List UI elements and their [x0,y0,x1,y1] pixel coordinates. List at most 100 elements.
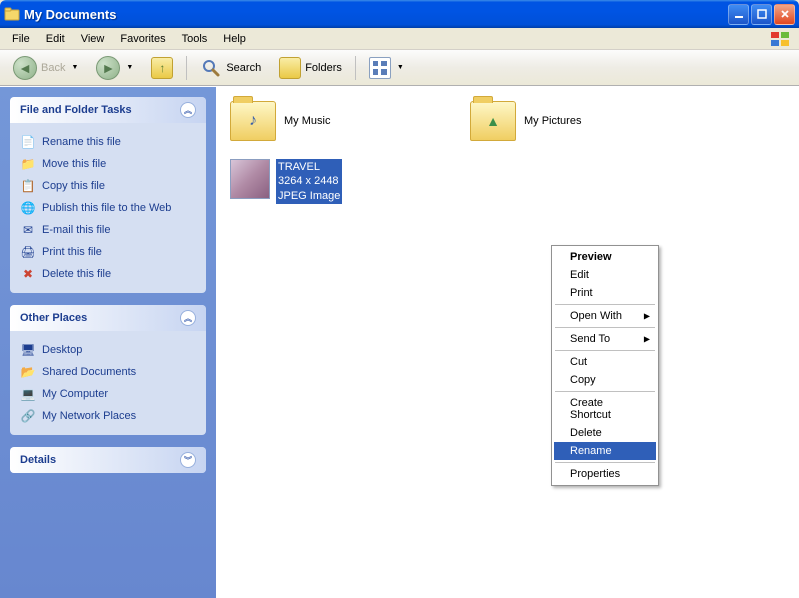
menu-file[interactable]: File [4,31,38,47]
print-icon: 🖨 [20,244,36,260]
panel-title: Other Places [20,312,87,324]
task-move[interactable]: 📁Move this file [20,153,196,175]
context-menu-item[interactable]: Delete [554,424,656,442]
folder-label: My Music [284,115,330,127]
task-delete[interactable]: ✖Delete this file [20,263,196,285]
collapse-icon[interactable]: ︽ [180,310,196,326]
separator [555,327,655,328]
task-email[interactable]: ✉E-mail this file [20,219,196,241]
desktop-icon: 🖥 [20,342,36,358]
panel-title: Details [20,454,56,466]
context-menu: PreviewEditPrint Open With▶ Send To▶ CutCop… [551,245,659,486]
content-pane[interactable]: ♪ My Music ▲ My Pictures TRAVEL 3264 x 2… [216,87,799,598]
chevron-down-icon: ▼ [397,64,404,71]
move-icon: 📁 [20,156,36,172]
chevron-down-icon: ▼ [71,64,78,71]
file-travel[interactable]: TRAVEL 3264 x 2448 JPEG Image [230,159,785,204]
context-menu-item[interactable]: Preview [554,248,656,266]
toolbar: ◄ Back ▼ ► ▼ ↑ Search Folders ▼ [0,50,799,86]
folders-icon [279,57,301,79]
panel-header[interactable]: File and Folder Tasks ︽ [10,97,206,123]
place-desktop[interactable]: 🖥Desktop [20,339,196,361]
context-menu-item[interactable]: Edit [554,266,656,284]
folder-icon [4,6,20,22]
back-label: Back [41,62,65,74]
context-menu-item[interactable]: Send To▶ [554,330,656,348]
place-computer[interactable]: 💻My Computer [20,383,196,405]
email-icon: ✉ [20,222,36,238]
separator [555,391,655,392]
separator [555,350,655,351]
chevron-down-icon: ▼ [126,64,133,71]
context-menu-item[interactable]: Copy [554,371,656,389]
sidebar: File and Folder Tasks ︽ 📄Rename this fil… [0,87,216,598]
delete-icon: ✖ [20,266,36,282]
collapse-icon[interactable]: ︽ [180,102,196,118]
task-print[interactable]: 🖨Print this file [20,241,196,263]
file-label-selected: TRAVEL 3264 x 2448 JPEG Image [276,159,342,204]
submenu-arrow-icon: ▶ [644,312,650,321]
panel-title: File and Folder Tasks [20,104,132,116]
main-area: File and Folder Tasks ︽ 📄Rename this fil… [0,86,799,598]
menu-help[interactable]: Help [215,31,254,47]
search-label: Search [226,62,261,74]
separator [555,462,655,463]
panel-header[interactable]: Other Places ︽ [10,305,206,331]
folder-my-pictures[interactable]: ▲ My Pictures [470,101,670,141]
forward-button[interactable]: ► ▼ [89,51,140,85]
minimize-button[interactable] [728,4,749,25]
place-shared[interactable]: 📂Shared Documents [20,361,196,383]
context-menu-item[interactable]: Print [554,284,656,302]
windows-logo-icon [765,28,795,50]
expand-icon[interactable]: ︾ [180,452,196,468]
context-menu-item[interactable]: Create Shortcut [554,394,656,424]
search-icon [200,57,222,79]
menu-view[interactable]: View [73,31,113,47]
folder-label: My Pictures [524,115,581,127]
separator [555,304,655,305]
context-menu-item[interactable]: Cut [554,353,656,371]
panel-file-tasks: File and Folder Tasks ︽ 📄Rename this fil… [10,97,206,293]
network-icon: 🔗 [20,408,36,424]
menubar: File Edit View Favorites Tools Help [0,28,799,50]
panel-other-places: Other Places ︽ 🖥Desktop 📂Shared Document… [10,305,206,435]
context-menu-item[interactable]: Open With▶ [554,307,656,325]
separator [186,56,187,80]
task-copy[interactable]: 📋Copy this file [20,175,196,197]
separator [355,56,356,80]
music-folder-icon: ♪ [230,101,276,141]
panel-details: Details ︾ [10,447,206,473]
views-button[interactable]: ▼ [362,52,411,84]
forward-icon: ► [96,56,120,80]
maximize-button[interactable] [751,4,772,25]
back-button[interactable]: ◄ Back ▼ [6,51,85,85]
panel-header[interactable]: Details ︾ [10,447,206,473]
titlebar: My Documents [0,0,799,28]
publish-icon: 🌐 [20,200,36,216]
computer-icon: 💻 [20,386,36,402]
context-menu-item[interactable]: Rename [554,442,656,460]
context-menu-item[interactable]: Properties [554,465,656,483]
menu-edit[interactable]: Edit [38,31,73,47]
window-title: My Documents [24,7,728,22]
close-button[interactable] [774,4,795,25]
back-icon: ◄ [13,56,37,80]
search-button[interactable]: Search [193,52,268,84]
place-network[interactable]: 🔗My Network Places [20,405,196,427]
shared-icon: 📂 [20,364,36,380]
task-rename[interactable]: 📄Rename this file [20,131,196,153]
pictures-folder-icon: ▲ [470,101,516,141]
folders-label: Folders [305,62,342,74]
image-thumbnail-icon [230,159,270,199]
folder-my-music[interactable]: ♪ My Music [230,101,430,141]
folders-button[interactable]: Folders [272,52,349,84]
submenu-arrow-icon: ▶ [644,335,650,344]
menu-tools[interactable]: Tools [174,31,216,47]
views-icon [369,57,391,79]
copy-icon: 📋 [20,178,36,194]
up-folder-icon: ↑ [151,57,173,79]
up-button[interactable]: ↑ [144,52,180,84]
task-publish[interactable]: 🌐Publish this file to the Web [20,197,196,219]
menu-favorites[interactable]: Favorites [112,31,173,47]
rename-icon: 📄 [20,134,36,150]
